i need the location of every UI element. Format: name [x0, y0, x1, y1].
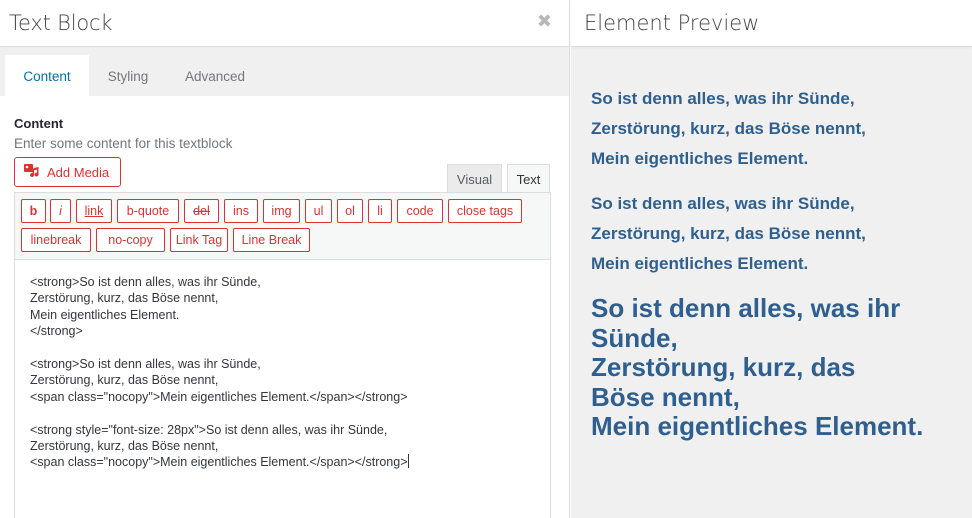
visual-mode-tab[interactable]: Visual — [447, 164, 502, 193]
line-break-button[interactable]: Line Break — [233, 228, 310, 252]
close-tags-button[interactable]: close tags — [448, 199, 522, 223]
img-button[interactable]: img — [263, 199, 300, 223]
preview-line: Zerstörung, kurz, das Böse nennt, — [591, 119, 866, 138]
preview-line: Zerstörung, kurz, das Böse nennt, — [591, 224, 866, 243]
content-field-description: Enter some content for this textblock — [14, 136, 233, 151]
ul-button[interactable]: ul — [305, 199, 332, 223]
preview-line: Sünde, — [591, 322, 678, 353]
b-quote-button[interactable]: b-quote — [117, 199, 179, 223]
no-copy-button[interactable]: no-copy — [96, 228, 165, 252]
link-tag-button[interactable]: Link Tag — [170, 228, 228, 252]
preview-line: Zerstörung, kurz, das — [591, 352, 856, 382]
close-icon[interactable]: ✖ — [537, 11, 552, 32]
preview-paragraph-2: So ist denn alles, was ihr Sünde, Zerstö… — [591, 189, 961, 279]
italic-button[interactable]: i — [50, 199, 71, 223]
preview-line: So ist denn alles, was ihr — [591, 293, 901, 323]
preview-line: So ist denn alles, was ihr Sünde, — [591, 89, 855, 108]
del-button[interactable]: del — [184, 199, 219, 223]
preview-paragraph-1: So ist denn alles, was ihr Sünde, Zerstö… — [591, 84, 961, 174]
preview-line: Mein eigentliches Element. — [591, 254, 809, 273]
text-caret — [407, 454, 409, 469]
bold-button[interactable]: b — [21, 199, 46, 223]
li-button[interactable]: li — [368, 199, 392, 223]
add-media-button[interactable]: Add Media — [14, 157, 121, 187]
quicktags-toolbar: b i link b-quote del ins img ul ol li co… — [14, 192, 551, 259]
text-mode-tab[interactable]: Text — [507, 164, 550, 193]
tab-styling[interactable]: Styling — [90, 55, 166, 96]
ol-button[interactable]: ol — [337, 199, 363, 223]
editor-header: Text Block ✖ — [0, 0, 569, 47]
preview-paragraph-3: So ist denn alles, was ihr Sünde, Zerstö… — [591, 293, 961, 442]
content-field-label: Content — [14, 116, 64, 131]
preview-title: Element Preview — [584, 11, 760, 35]
add-media-label: Add Media — [47, 164, 110, 180]
tab-advanced[interactable]: Advanced — [170, 55, 260, 96]
linebreak-button[interactable]: linebreak — [21, 228, 91, 252]
text-block-editor: Text Block ✖ Content Styling Advanced Co… — [0, 0, 570, 518]
media-icon — [23, 162, 40, 182]
content-source-text: <strong>So ist denn alles, was ihr Sünde… — [30, 275, 408, 470]
code-button[interactable]: code — [397, 199, 443, 223]
tab-content[interactable]: Content — [5, 55, 89, 96]
element-preview-panel: Element Preview So ist denn alles, was i… — [571, 0, 972, 518]
content-textarea[interactable]: <strong>So ist denn alles, was ihr Sünde… — [14, 259, 551, 518]
editor-tabs: Content Styling Advanced — [0, 47, 569, 96]
editor-title: Text Block — [9, 11, 113, 35]
preview-line: Böse nennt, — [591, 381, 740, 412]
preview-header: Element Preview — [571, 0, 972, 47]
preview-content: So ist denn alles, was ihr Sünde, Zerstö… — [591, 84, 961, 457]
ins-button[interactable]: ins — [224, 199, 258, 223]
preview-line: Mein eigentliches Element. — [591, 411, 924, 441]
link-button[interactable]: link — [76, 199, 112, 223]
preview-line: Mein eigentliches Element. — [591, 149, 809, 168]
preview-line: So ist denn alles, was ihr Sünde, — [591, 194, 855, 213]
